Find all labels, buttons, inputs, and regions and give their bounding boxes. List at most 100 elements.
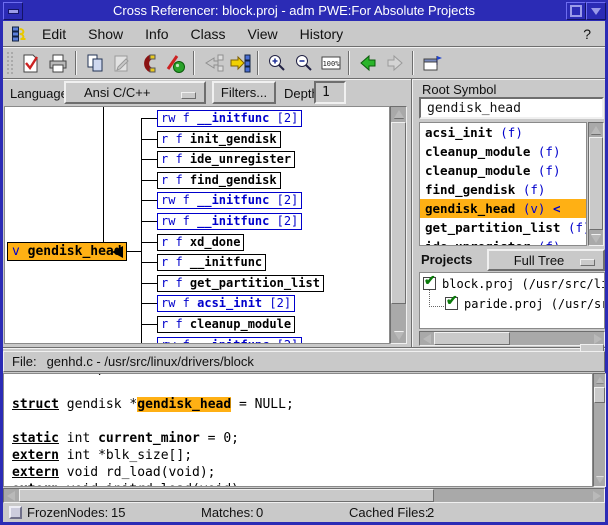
xref-symbol-name: find_gendisk bbox=[190, 173, 277, 187]
scroll-left-arrow[interactable] bbox=[420, 332, 433, 345]
depth-field[interactable]: 1 bbox=[314, 81, 346, 104]
scrollbar-thumb[interactable] bbox=[594, 387, 605, 403]
xref-access-flags: r f bbox=[161, 235, 190, 249]
xref-canvas-vscrollbar[interactable] bbox=[390, 106, 407, 344]
xref-access-flags: r f bbox=[161, 276, 190, 290]
xref-node[interactable]: rw f __initfunc [2] bbox=[157, 337, 302, 344]
symbol-list-item[interactable]: cleanup_module (f) bbox=[420, 161, 586, 180]
scroll-down-arrow[interactable] bbox=[589, 232, 603, 245]
symbol-list-vscrollbar[interactable] bbox=[588, 122, 604, 246]
maximize-button[interactable] bbox=[566, 2, 586, 20]
status-bar: Frozen Nodes: 15 Matches: 0 Cached Files… bbox=[3, 503, 605, 522]
zoom-in-icon[interactable] bbox=[263, 50, 290, 76]
window-menu-icon bbox=[591, 8, 601, 15]
symbol-name: ide_unregister bbox=[425, 239, 538, 246]
copy-icon[interactable] bbox=[81, 50, 108, 76]
help-menu[interactable]: ? bbox=[583, 26, 591, 42]
scroll-up-arrow[interactable] bbox=[594, 374, 605, 386]
root-symbol-field[interactable]: gendisk_head bbox=[419, 97, 604, 119]
project-checkbox[interactable]: ✔ bbox=[445, 297, 458, 310]
symbol-list-item[interactable]: get_partition_list (f) bbox=[420, 218, 586, 237]
scroll-left-arrow[interactable] bbox=[4, 489, 18, 502]
xref-node[interactable]: r f find_gendisk bbox=[157, 172, 281, 189]
magnet-icon[interactable] bbox=[135, 50, 162, 76]
minimize-button[interactable] bbox=[3, 2, 23, 20]
toolbar-separator bbox=[75, 51, 77, 75]
project-view-value: Full Tree bbox=[514, 253, 579, 268]
project-checkbox[interactable]: ✔ bbox=[423, 277, 436, 290]
symbol-list-item[interactable]: cleanup_module (f) bbox=[420, 142, 586, 161]
history-forward-icon bbox=[381, 50, 408, 76]
scrollbar-thumb[interactable] bbox=[589, 137, 603, 230]
annotate-icon[interactable] bbox=[17, 50, 44, 76]
xref-access-flags: rw f bbox=[161, 338, 197, 344]
symbol-list-item[interactable]: acsi_init (f) bbox=[420, 123, 586, 142]
scrollbar-thumb[interactable] bbox=[19, 489, 434, 502]
xref-node[interactable]: r f init_gendisk bbox=[157, 131, 281, 148]
menu-item-info[interactable]: Info bbox=[145, 26, 168, 42]
menu-item-class[interactable]: Class bbox=[191, 26, 226, 42]
nodes-count: 15 bbox=[111, 505, 125, 520]
projects-hscrollbar[interactable] bbox=[419, 331, 605, 346]
expand-tree-icon[interactable] bbox=[226, 50, 253, 76]
scroll-down-arrow[interactable] bbox=[594, 474, 605, 486]
edit-disabled-icon bbox=[108, 50, 135, 76]
toolbar-grip-handle[interactable] bbox=[6, 51, 13, 75]
scroll-up-arrow[interactable] bbox=[391, 107, 406, 121]
xref-node[interactable]: rw f __initfunc [2] bbox=[157, 110, 302, 127]
print-icon[interactable] bbox=[44, 50, 71, 76]
source-code-view[interactable]: */ struct gendisk *gendisk_head = NULL; … bbox=[3, 373, 593, 487]
properties-icon[interactable] bbox=[418, 50, 445, 76]
projects-label: Projects bbox=[421, 252, 472, 267]
highlighted-symbol[interactable]: gendisk_head bbox=[137, 397, 231, 412]
project-view-option-menu[interactable]: Full Tree bbox=[487, 249, 605, 271]
scroll-up-arrow[interactable] bbox=[589, 123, 603, 136]
scroll-right-arrow[interactable] bbox=[590, 489, 604, 502]
xref-node[interactable]: rw f acsi_init [2] bbox=[157, 295, 295, 312]
title-bar[interactable]: Cross Referencer: block.proj - adm PWE:F… bbox=[2, 2, 606, 20]
zoom-100-icon[interactable]: 100% bbox=[317, 50, 344, 76]
xref-symbol-name: __initfunc bbox=[197, 338, 269, 344]
project-item[interactable]: paride.proj (/usr/src bbox=[464, 296, 605, 312]
xref-node[interactable]: rw f __initfunc [2] bbox=[157, 213, 302, 230]
xref-access-flags: r f bbox=[161, 132, 190, 146]
language-option-menu[interactable]: Ansi C/C++ bbox=[64, 81, 206, 104]
zoom-out-icon[interactable] bbox=[290, 50, 317, 76]
filters-button[interactable]: Filters... bbox=[212, 81, 276, 104]
xref-node[interactable]: r f xd_done bbox=[157, 234, 244, 251]
scroll-down-arrow[interactable] bbox=[391, 329, 406, 343]
scrollbar-thumb[interactable] bbox=[391, 122, 406, 304]
symbol-kind: (f) bbox=[538, 144, 561, 159]
history-back-icon[interactable] bbox=[354, 50, 381, 76]
frozen-checkbox[interactable] bbox=[9, 506, 22, 519]
colorize-icon[interactable] bbox=[162, 50, 189, 76]
menu-item-show[interactable]: Show bbox=[88, 26, 123, 42]
code-segment: = NULL; bbox=[231, 397, 294, 412]
xref-node[interactable]: r f ide_unregister bbox=[157, 151, 295, 168]
symbol-list-item[interactable]: gendisk_head (v) < bbox=[420, 199, 586, 218]
project-item[interactable]: block.proj (/usr/src/lin bbox=[442, 276, 605, 292]
code-segment: struct bbox=[12, 397, 59, 412]
xref-node[interactable]: r f get_partition_list bbox=[157, 275, 324, 292]
language-value: Ansi C/C++ bbox=[66, 85, 150, 100]
xref-root-node[interactable]: v gendisk_head bbox=[7, 242, 127, 261]
symbol-list[interactable]: acsi_init (f)cleanup_module (f)cleanup_m… bbox=[419, 122, 587, 246]
menu-item-history[interactable]: History bbox=[300, 26, 344, 42]
code-hscrollbar[interactable] bbox=[3, 488, 605, 503]
xref-node[interactable]: rw f __initfunc [2] bbox=[157, 192, 302, 209]
xref-graph-canvas[interactable]: v gendisk_head rw f __initfunc [2] r f in… bbox=[4, 106, 390, 344]
menu-item-view[interactable]: View bbox=[248, 26, 278, 42]
window-menu-button[interactable] bbox=[586, 2, 606, 20]
root-symbol-label: Root Symbol bbox=[422, 82, 496, 97]
menu-item-edit[interactable]: Edit bbox=[42, 26, 66, 42]
xref-node[interactable]: r f __initfunc bbox=[157, 254, 266, 271]
symbol-list-item[interactable]: find_gendisk (f) bbox=[420, 180, 586, 199]
symbol-list-item[interactable]: ide_unregister (f) bbox=[420, 237, 586, 246]
xref-node[interactable]: r f cleanup_module bbox=[157, 316, 295, 333]
option-menu-indicator-icon bbox=[580, 259, 595, 266]
code-line: struct gendisk *gendisk_head = NULL; bbox=[12, 396, 592, 413]
projects-tree[interactable]: ✔ block.proj (/usr/src/lin ✔ paride.proj (/… bbox=[419, 272, 605, 329]
scrollbar-thumb[interactable] bbox=[434, 332, 510, 345]
toolbar-separator bbox=[348, 51, 350, 75]
code-vscrollbar[interactable] bbox=[593, 373, 606, 487]
